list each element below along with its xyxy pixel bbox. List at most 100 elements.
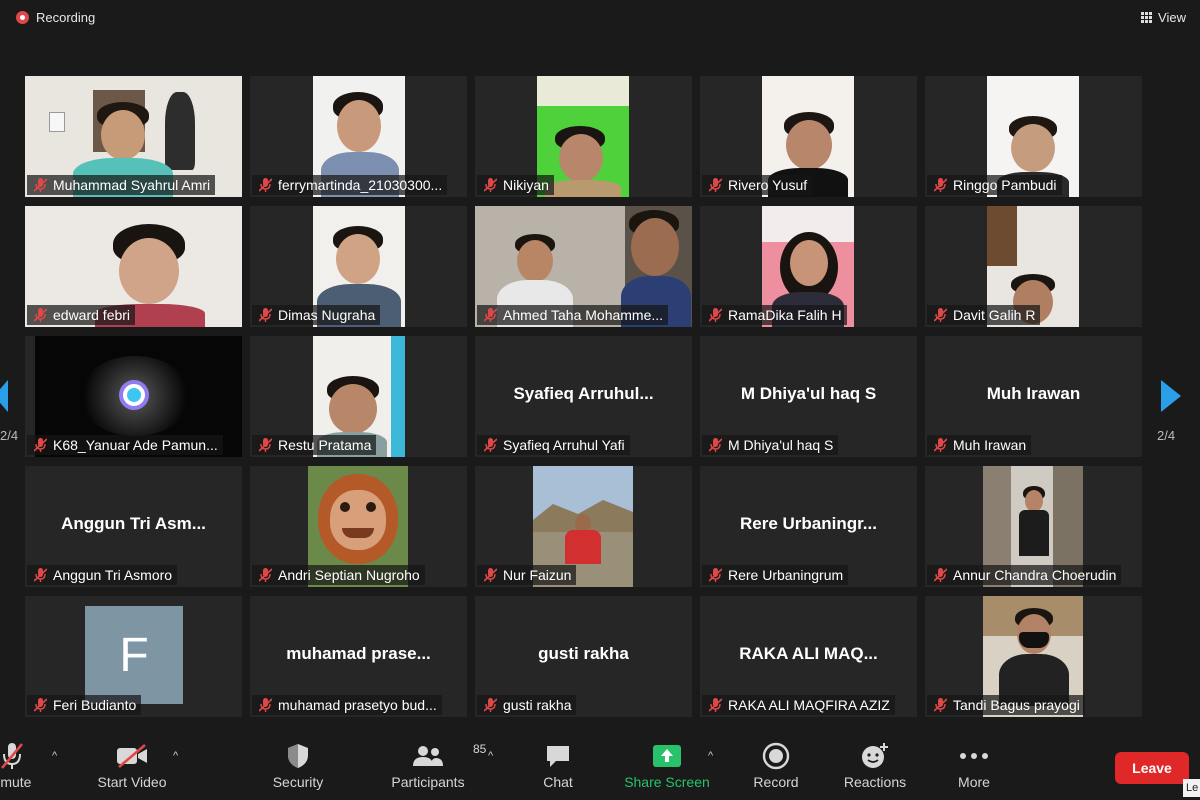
participant-name: Syafieq Arruhul Yafi bbox=[477, 435, 630, 455]
muted-mic-icon bbox=[484, 568, 497, 582]
muted-mic-icon bbox=[34, 698, 47, 712]
share-screen-button[interactable]: Share Screen bbox=[620, 730, 714, 800]
muted-mic-icon bbox=[709, 308, 722, 322]
muted-mic-icon bbox=[934, 438, 947, 452]
previous-page-arrow-icon[interactable] bbox=[0, 380, 8, 412]
participant-tile[interactable]: Muhammad Syahrul Amri bbox=[25, 76, 242, 197]
participant-name: Feri Budianto bbox=[27, 695, 142, 715]
participant-tile[interactable]: K68_Yanuar Ade Pamun... bbox=[25, 336, 242, 457]
participants-button[interactable]: 85 Participants bbox=[384, 730, 486, 800]
record-label: Record bbox=[753, 774, 799, 790]
participant-tile[interactable]: Tandi Bagus prayogi bbox=[925, 596, 1142, 717]
participant-tile[interactable]: Anggun Tri Asm... Anggun Tri Asmoro bbox=[25, 466, 242, 587]
recording-label: Recording bbox=[36, 9, 96, 25]
share-options-chevron-icon[interactable]: ^ bbox=[708, 750, 713, 762]
participant-display-name: muhamad prase... bbox=[286, 644, 431, 664]
muted-mic-icon bbox=[259, 438, 272, 452]
participant-tile[interactable]: RAKA ALI MAQ... RAKA ALI MAQFIRA AZIZ bbox=[700, 596, 917, 717]
participant-tile[interactable]: Ringgo Pambudi bbox=[925, 76, 1142, 197]
participant-name: Muhammad Syahrul Amri bbox=[27, 175, 216, 195]
participant-tile[interactable]: Syafieq Arruhul... Syafieq Arruhul Yafi bbox=[475, 336, 692, 457]
leave-tooltip: Le bbox=[1183, 779, 1200, 797]
participants-label: Participants bbox=[391, 774, 465, 790]
page-indicator-left: 2/4 bbox=[0, 428, 19, 443]
recording-indicator[interactable]: Recording bbox=[16, 6, 95, 28]
participant-name: Dimas Nugraha bbox=[252, 305, 381, 325]
participant-tile[interactable]: RamaDika Falih H bbox=[700, 206, 917, 327]
muted-mic-icon bbox=[34, 178, 47, 192]
muted-mic-icon bbox=[709, 438, 722, 452]
unmute-button[interactable]: nmute bbox=[0, 730, 42, 800]
participant-name: RAKA ALI MAQFIRA AZIZ bbox=[702, 695, 895, 715]
unmute-label: nmute bbox=[0, 774, 32, 790]
participant-tile[interactable]: Nikiyan bbox=[475, 76, 692, 197]
participant-name: Andri Septian Nugroho bbox=[252, 565, 425, 585]
participant-name: Nur Faizun bbox=[477, 565, 577, 585]
next-page-arrow-icon[interactable] bbox=[1161, 380, 1181, 412]
view-label: View bbox=[1158, 9, 1186, 25]
participants-options-chevron-icon[interactable]: ^ bbox=[488, 750, 493, 762]
participant-tile[interactable]: M Dhiya'ul haq S M Dhiya'ul haq S bbox=[700, 336, 917, 457]
participant-name: Rere Urbaningrum bbox=[702, 565, 849, 585]
participant-tile[interactable]: Nur Faizun bbox=[475, 466, 692, 587]
participant-tile[interactable]: Rivero Yusuf bbox=[700, 76, 917, 197]
video-off-icon bbox=[115, 740, 149, 772]
start-video-label: Start Video bbox=[97, 774, 167, 790]
participant-tile[interactable]: Muh Irawan Muh Irawan bbox=[925, 336, 1142, 457]
participant-display-name: Syafieq Arruhul... bbox=[513, 384, 654, 404]
more-button[interactable]: More bbox=[950, 730, 998, 800]
meeting-toolbar: nmute ^ Start Video ^ Security 85 Partic… bbox=[0, 730, 1200, 800]
face-mask-icon bbox=[1019, 632, 1049, 648]
participant-tile[interactable]: gusti rakha gusti rakha bbox=[475, 596, 692, 717]
participant-tile[interactable]: Rere Urbaningr... Rere Urbaningrum bbox=[700, 466, 917, 587]
participant-tile[interactable]: edward febri bbox=[25, 206, 242, 327]
participant-tile[interactable]: Dimas Nugraha bbox=[250, 206, 467, 327]
participant-display-name: Anggun Tri Asm... bbox=[61, 514, 206, 534]
participant-name: M Dhiya'ul haq S bbox=[702, 435, 839, 455]
participant-tile[interactable]: Restu Pratama bbox=[250, 336, 467, 457]
page-indicator-right: 2/4 bbox=[1157, 428, 1176, 443]
chat-bubble-icon bbox=[544, 740, 572, 772]
video-options-chevron-icon[interactable]: ^ bbox=[173, 750, 178, 762]
start-video-button[interactable]: Start Video bbox=[92, 730, 172, 800]
participant-name: Muh Irawan bbox=[927, 435, 1032, 455]
more-dots-icon bbox=[959, 740, 989, 772]
participant-display-name: Muh Irawan bbox=[986, 384, 1081, 404]
participant-name: Ringgo Pambudi bbox=[927, 175, 1062, 195]
security-button[interactable]: Security bbox=[266, 730, 330, 800]
muted-mic-icon bbox=[709, 698, 722, 712]
security-label: Security bbox=[272, 774, 324, 790]
muted-mic-icon bbox=[34, 438, 47, 452]
record-button[interactable]: Record bbox=[748, 730, 804, 800]
muted-mic-icon bbox=[484, 308, 497, 322]
view-button[interactable]: View bbox=[1137, 6, 1190, 28]
muted-mic-icon bbox=[709, 178, 722, 192]
muted-mic-icon bbox=[934, 698, 947, 712]
participant-tile[interactable]: Ahmed Taha Mohamme... bbox=[475, 206, 692, 327]
participant-name: Nikiyan bbox=[477, 175, 554, 195]
participant-name: edward febri bbox=[27, 305, 136, 325]
reactions-label: Reactions bbox=[843, 774, 907, 790]
muted-mic-icon bbox=[484, 698, 497, 712]
participant-tile[interactable]: ferrymartinda_21030300... bbox=[250, 76, 467, 197]
avatar: F bbox=[85, 606, 183, 704]
more-label: More bbox=[958, 774, 990, 790]
audio-options-chevron-icon[interactable]: ^ bbox=[52, 750, 57, 762]
shield-icon bbox=[286, 740, 310, 772]
participant-tile[interactable]: Andri Septian Nugroho bbox=[250, 466, 467, 587]
chat-button[interactable]: Chat bbox=[534, 730, 582, 800]
participant-tile[interactable]: muhamad prase... muhamad prasetyo bud... bbox=[250, 596, 467, 717]
muted-mic-icon bbox=[484, 178, 497, 192]
participant-name: K68_Yanuar Ade Pamun... bbox=[27, 435, 223, 455]
muted-mic-icon bbox=[934, 308, 947, 322]
participant-tile[interactable]: F Feri Budianto bbox=[25, 596, 242, 717]
reactions-button[interactable]: Reactions bbox=[838, 730, 912, 800]
participant-display-name: gusti rakha bbox=[538, 644, 629, 664]
participant-tile[interactable]: Annur Chandra Choerudin bbox=[925, 466, 1142, 587]
participant-display-name: RAKA ALI MAQ... bbox=[739, 644, 878, 664]
leave-button[interactable]: Leave bbox=[1115, 752, 1189, 784]
participant-tile[interactable]: Davit Galih R bbox=[925, 206, 1142, 327]
chat-label: Chat bbox=[543, 774, 573, 790]
participants-count: 85 bbox=[473, 742, 487, 756]
share-screen-label: Share Screen bbox=[624, 774, 710, 790]
